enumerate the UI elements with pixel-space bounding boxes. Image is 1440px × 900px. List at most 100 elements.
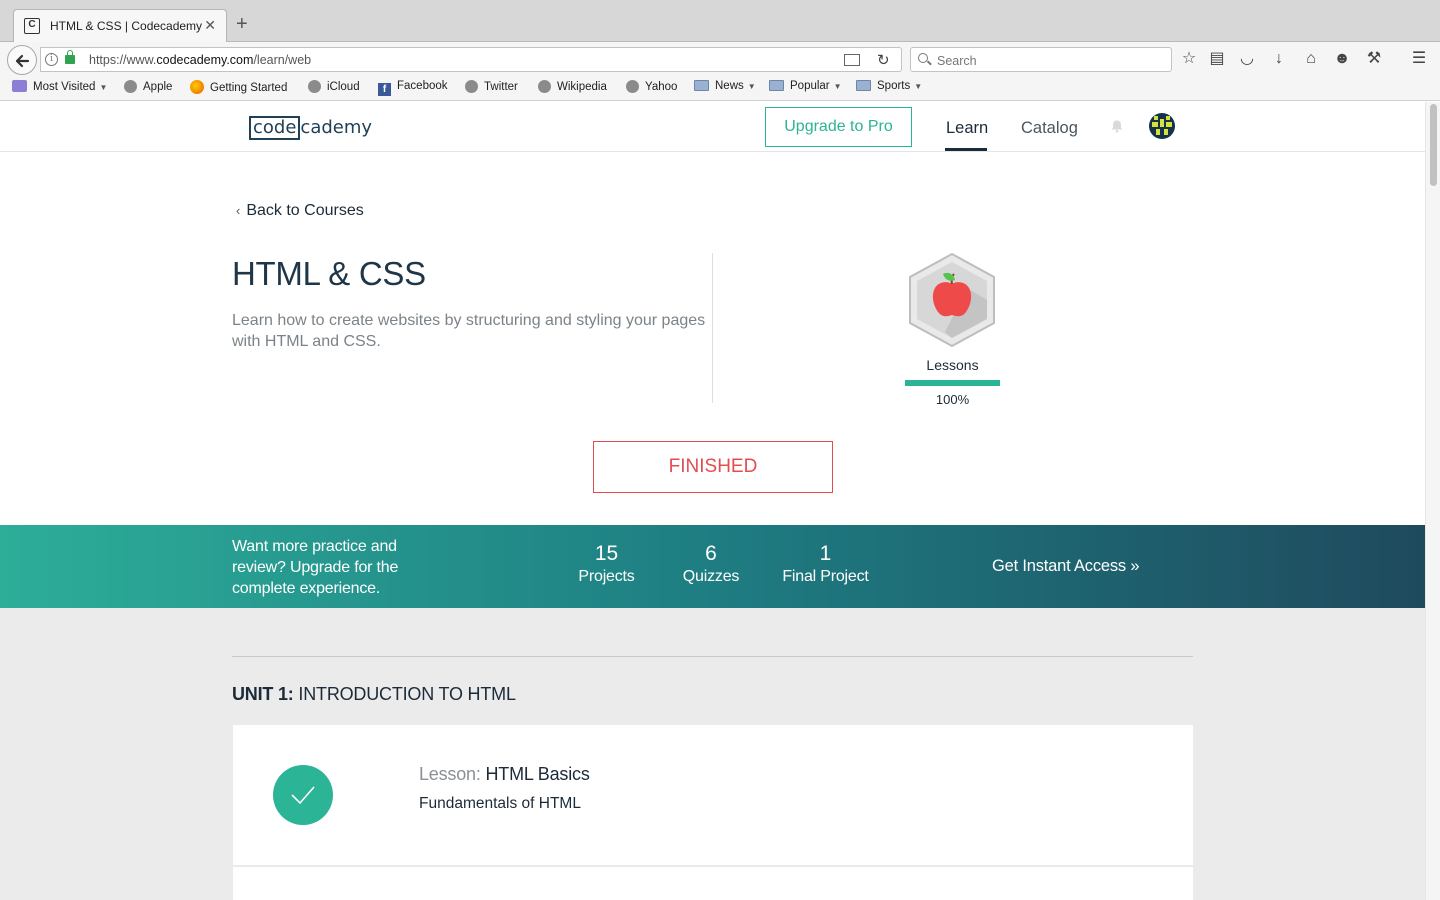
unit-prefix: UNIT 1: [232,684,294,704]
lesson-prefix: Lesson: [419,764,481,784]
bookmark-twitter[interactable]: Twitter [465,80,518,93]
unit-title: UNIT 1: INTRODUCTION TO HTML [232,684,516,705]
get-instant-access-link[interactable]: Get Instant Access » [992,557,1140,576]
lesson-complete-check-icon [273,765,333,825]
bookmark-apple[interactable]: Apple [124,80,172,93]
site-header: code cademy Upgrade to Pro Learn Catalog [0,102,1425,152]
badge-label: Lessons [926,357,979,373]
bookmark-icloud[interactable]: iCloud [308,80,360,93]
globe-icon [465,80,478,93]
globe-icon [308,80,321,93]
finished-button[interactable]: FINISHED [593,441,833,493]
reading-list-icon[interactable]: ▤ [1207,50,1227,68]
bookmark-label: Most Visited [33,81,96,93]
pocket-icon[interactable]: ◡ [1237,50,1257,68]
stat-final-project: 1 Final Project [774,541,877,587]
upgrade-to-pro-button[interactable]: Upgrade to Pro [765,107,912,147]
stat-number: 6 [705,542,717,565]
back-arrow-icon [15,54,30,68]
folder-icon [769,80,784,91]
upgrade-promo-banner: Want more practice and review? Upgrade f… [0,525,1425,608]
chevron-down-icon: ▼ [833,82,842,91]
nav-catalog[interactable]: Catalog [1021,119,1078,138]
globe-icon [538,80,551,93]
back-to-courses-link[interactable]: ‹ Back to Courses [236,202,364,220]
unit-name: INTRODUCTION TO HTML [298,684,516,704]
stat-label: Final Project [782,568,869,585]
bookmark-label: Facebook [397,80,448,92]
back-link-label: Back to Courses [246,202,364,219]
extension-icon[interactable]: ⚒ [1364,50,1384,68]
most-visited-icon [12,80,27,92]
search-icon [918,53,928,63]
reload-icon[interactable]: ↻ [877,51,890,69]
lesson-name: HTML Basics [485,764,590,784]
codecademy-logo[interactable]: code cademy [249,116,372,140]
bookmark-yahoo[interactable]: Yahoo [626,80,677,93]
bookmark-label: iCloud [327,81,360,93]
folder-icon [856,80,871,91]
home-icon[interactable]: ⌂ [1301,50,1321,68]
browser-tab-strip: C HTML & CSS | Codecademy ✕ + [0,0,1440,43]
download-icon[interactable]: ↓ [1269,50,1289,68]
search-placeholder: Search [937,54,977,68]
stat-number: 1 [819,542,832,565]
search-bar[interactable]: Search [910,47,1172,72]
info-icon[interactable]: i [45,53,58,66]
logo-rest-text: cademy [300,117,373,138]
bookmark-most-visited[interactable]: Most Visited ▼ [12,80,107,93]
bookmark-folder-sports[interactable]: Sports ▼ [856,80,922,92]
chat-icon[interactable]: ☻ [1332,50,1352,68]
chevron-left-icon: ‹ [236,203,241,218]
bookmark-label: Wikipedia [557,81,607,93]
url-domain: codecademy.com [156,53,254,67]
lessons-progress-fill [905,380,1000,386]
bookmark-label: Apple [143,81,173,93]
lock-icon[interactable] [65,50,75,64]
scrollbar-thumb[interactable] [1430,104,1437,186]
course-title: HTML & CSS [232,255,426,292]
avatar[interactable] [1149,113,1175,139]
back-button[interactable] [7,45,37,75]
chevron-down-icon: ▼ [747,82,756,91]
bookmarks-bar: Most Visited ▼ Apple Getting Started iClo… [0,76,1440,101]
reader-view-icon[interactable] [844,54,860,66]
menu-icon[interactable]: ☰ [1409,50,1429,68]
lesson-card[interactable]: Lesson: HTML Basics Fundamentals of HTML [233,725,1193,865]
bookmark-star-icon[interactable]: ☆ [1179,50,1199,68]
bookmark-label: News [715,80,744,92]
bookmark-label: Twitter [484,81,518,93]
lessons-progress-bar [905,380,1000,386]
browser-tab[interactable]: C HTML & CSS | Codecademy ✕ [13,9,227,43]
nav-learn[interactable]: Learn [946,119,988,138]
close-tab-icon[interactable]: ✕ [204,17,216,34]
new-tab-icon[interactable]: + [236,14,248,34]
bookmark-label: Getting Started [210,82,288,94]
bookmark-wikipedia[interactable]: Wikipedia [538,80,607,93]
lesson-card[interactable] [233,867,1193,900]
url-bar[interactable]: i https://www.codecademy.com/learn/web ↻ [40,47,902,72]
globe-icon [626,80,639,93]
lesson-subtitle: Fundamentals of HTML [419,795,581,812]
browser-toolbar: i https://www.codecademy.com/learn/web ↻… [0,42,1440,76]
bookmark-getting-started[interactable]: Getting Started [190,80,287,94]
stat-projects: 15 Projects [570,541,643,587]
url-text: https://www.codecademy.com/learn/web [89,53,311,67]
bookmark-folder-news[interactable]: News ▼ [694,80,756,92]
firefox-icon [190,80,204,94]
progress-percent: 100% [935,392,970,407]
notification-bell-icon[interactable] [1110,119,1124,133]
avatar-pattern-icon [1152,116,1172,135]
globe-icon [124,80,137,93]
bookmark-facebook[interactable]: f Facebook [378,80,448,96]
stat-label: Quizzes [682,568,740,585]
bookmark-label: Popular [790,80,830,92]
folder-icon [694,80,709,91]
page-scrollbar[interactable] [1425,102,1440,900]
bookmark-folder-popular[interactable]: Popular ▼ [769,80,842,92]
bookmark-label: Yahoo [645,81,678,93]
lesson-heading: Lesson: HTML Basics [419,764,590,785]
stat-quizzes: 6 Quizzes [676,541,746,587]
facebook-icon: f [378,83,391,96]
syllabus-section: UNIT 1: INTRODUCTION TO HTML Lesson: HTM… [0,608,1425,900]
